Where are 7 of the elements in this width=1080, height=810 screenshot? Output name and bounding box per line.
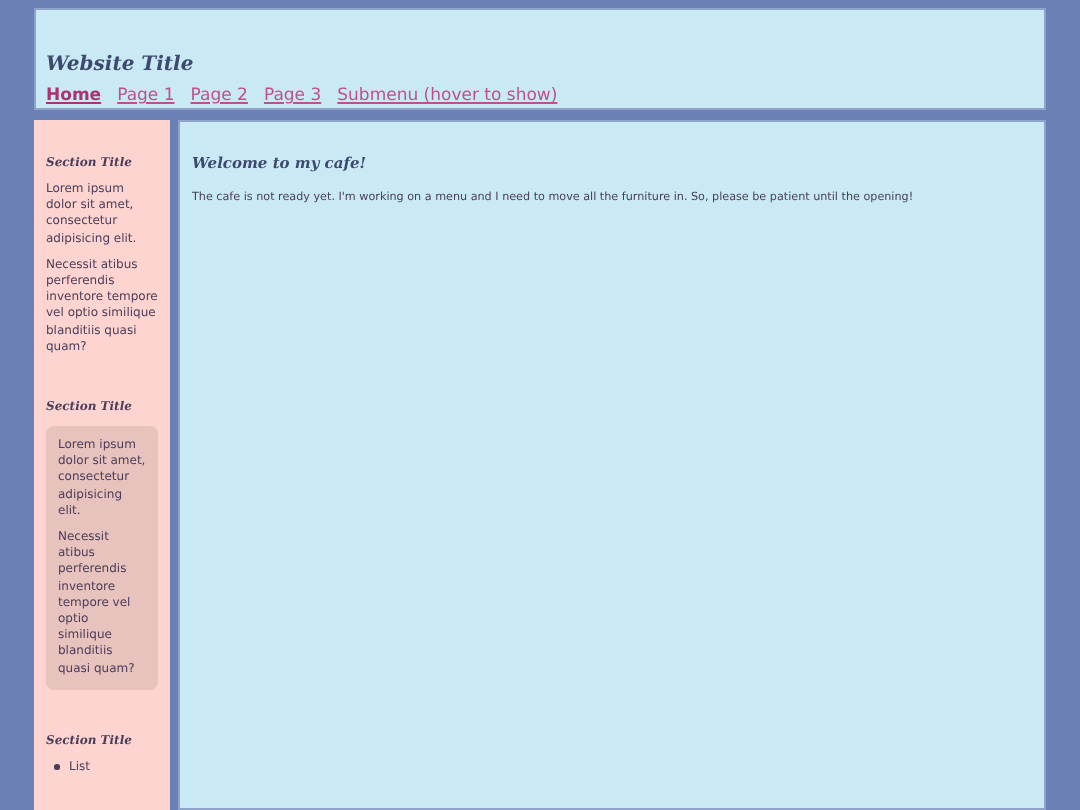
- bullet-icon: [54, 764, 59, 770]
- nav-link[interactable]: Page 2: [190, 86, 248, 106]
- site-title: Website Title: [46, 54, 194, 76]
- nav-link[interactable]: Page 3: [263, 86, 322, 106]
- nav-link[interactable]: Submenu (hover to show): [337, 86, 558, 106]
- nav-link[interactable]: Page 1: [117, 86, 175, 106]
- nav-link[interactable]: Home: [46, 86, 102, 106]
